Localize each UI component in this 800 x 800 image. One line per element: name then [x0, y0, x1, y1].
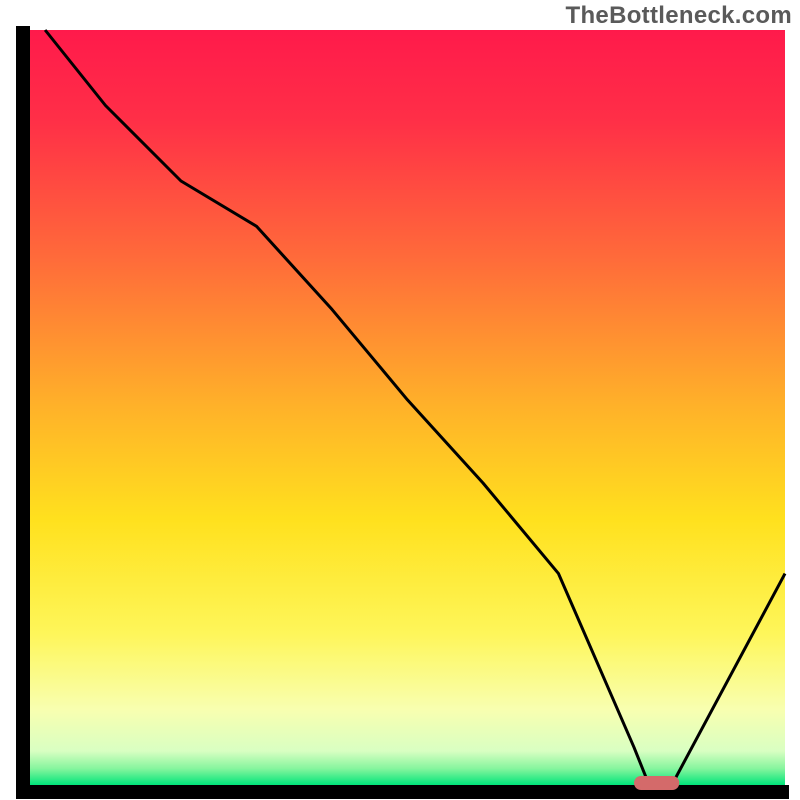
y-axis [16, 26, 30, 799]
watermark-label: TheBottleneck.com [566, 2, 792, 30]
bottleneck-chart: TheBottleneck.com [0, 0, 800, 800]
plot-svg [0, 0, 800, 800]
optimal-range-marker [634, 776, 679, 790]
